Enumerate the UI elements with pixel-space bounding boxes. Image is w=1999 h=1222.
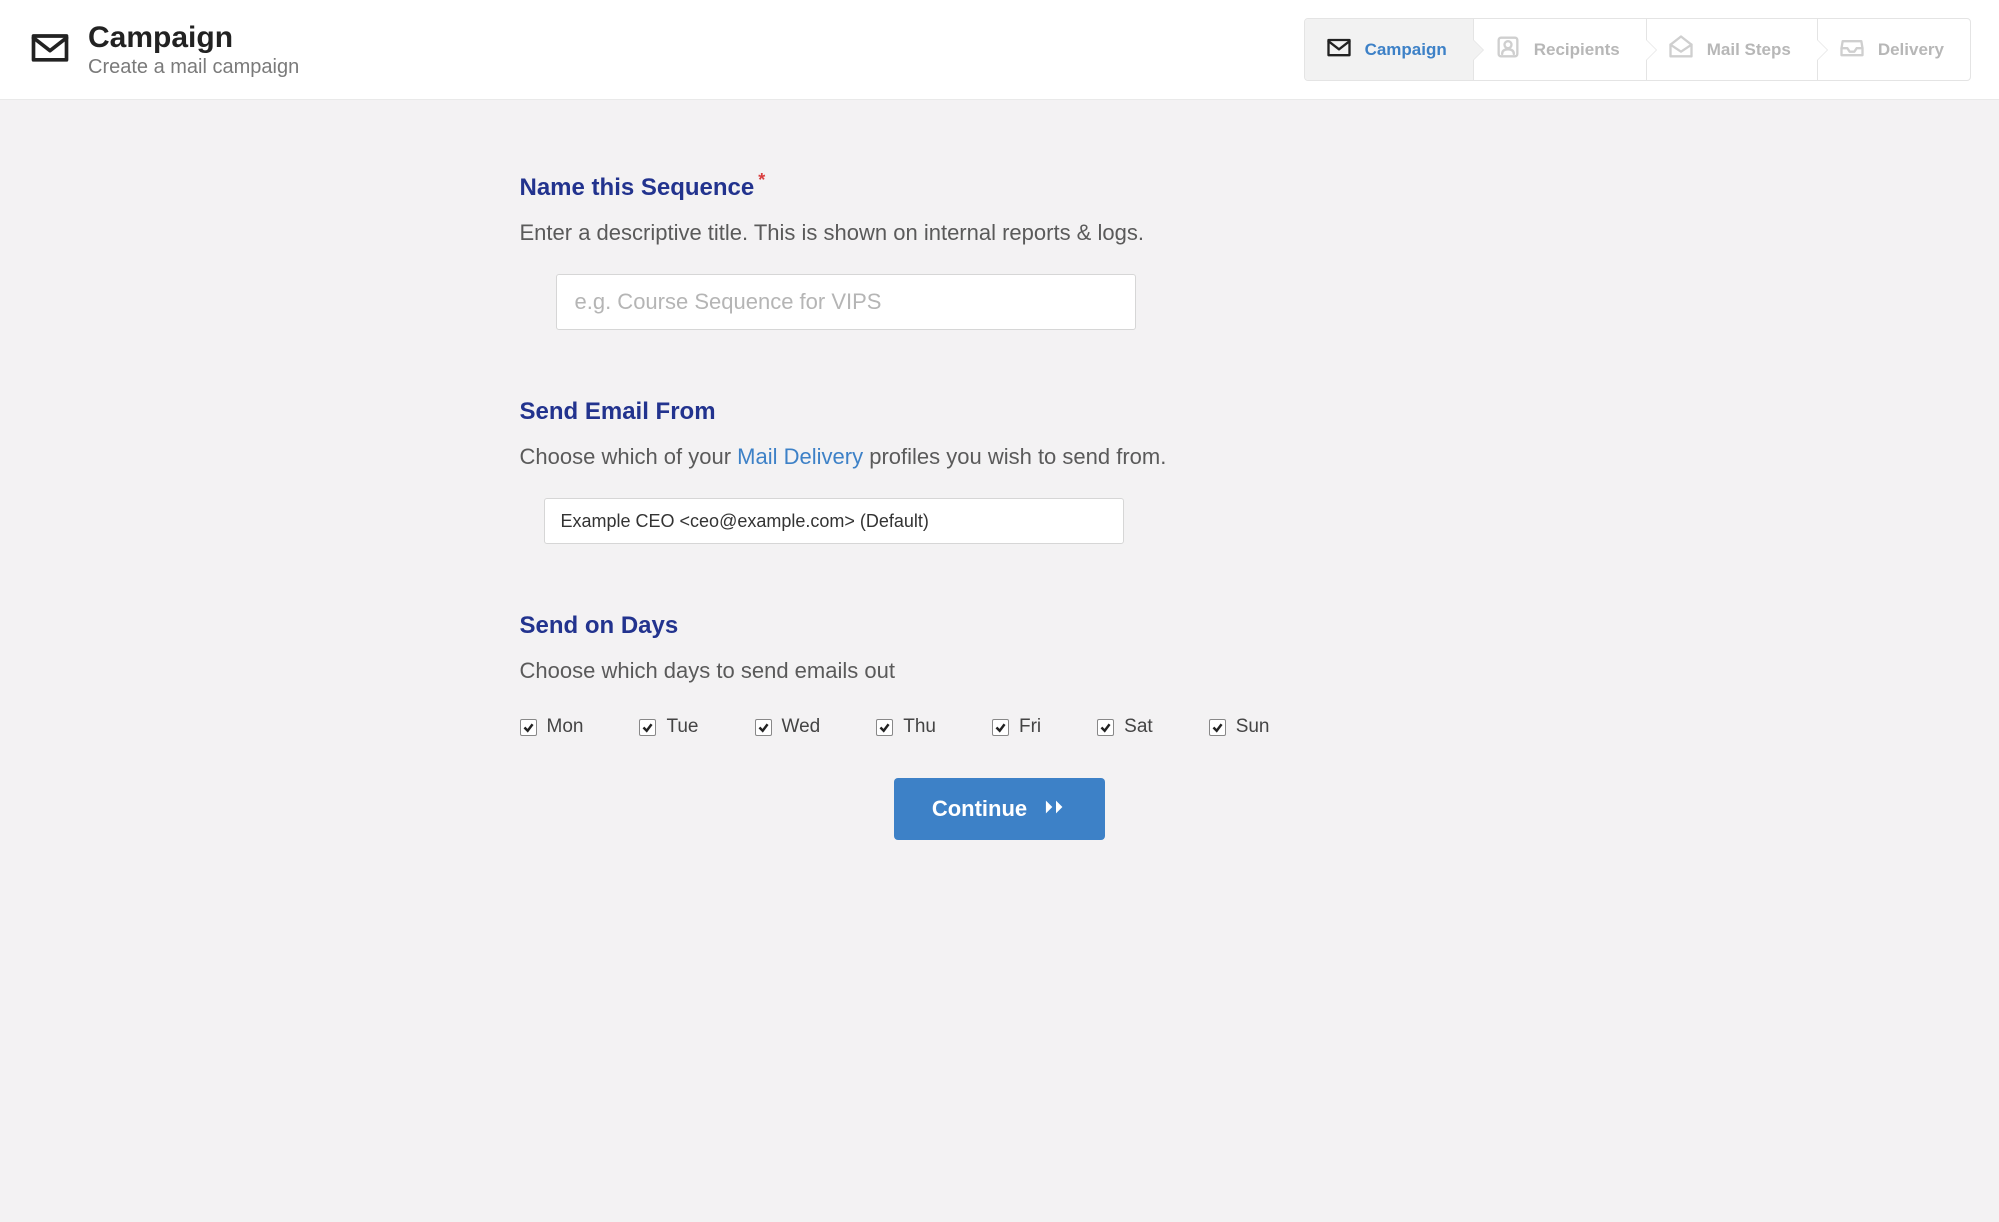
day-label: Mon [547,716,584,738]
day-label: Thu [903,716,936,738]
envelope-icon [1325,33,1353,66]
day-item-thu: Thu [876,716,936,738]
wizard-steps: Campaign Recipients Mail Steps [1304,18,1971,81]
wizard-step-label: Recipients [1534,40,1620,60]
mail-delivery-link[interactable]: Mail Delivery [737,444,863,469]
page-title: Campaign [88,21,299,54]
wizard-step-label: Campaign [1365,40,1447,60]
button-row: Continue [520,778,1480,840]
envelope-icon [28,25,72,74]
section-title: Name this Sequence* [520,170,1480,202]
day-checkbox[interactable] [992,719,1009,736]
continue-button[interactable]: Continue [894,778,1105,840]
sequence-name-input[interactable] [556,274,1136,330]
day-checkbox[interactable] [755,719,772,736]
page-header: Campaign Create a mail campaign Campaign [0,0,1999,100]
section-name-sequence: Name this Sequence* Enter a descriptive … [520,170,1480,330]
day-label: Sun [1236,716,1270,738]
wizard-step-mail-steps[interactable]: Mail Steps [1647,19,1818,80]
day-item-tue: Tue [639,716,698,738]
section-title-text: Name this Sequence [520,174,755,201]
day-label: Wed [782,716,821,738]
section-description: Enter a descriptive title. This is shown… [520,220,1480,246]
send-from-select[interactable]: Example CEO <ceo@example.com> (Default) [544,498,1124,544]
day-checkbox[interactable] [520,719,537,736]
wizard-step-campaign[interactable]: Campaign [1305,19,1474,80]
required-asterisk: * [758,170,765,190]
day-item-sat: Sat [1097,716,1153,738]
wizard-step-recipients[interactable]: Recipients [1474,19,1647,80]
section-description: Choose which of your Mail Delivery profi… [520,444,1480,470]
days-row: Mon Tue Wed Thu Fri Sat [520,712,1480,738]
day-item-wed: Wed [755,716,821,738]
section-send-from: Send Email From Choose which of your Mai… [520,398,1480,544]
form-main: Name this Sequence* Enter a descriptive … [490,100,1510,900]
day-item-sun: Sun [1209,716,1270,738]
envelope-open-icon [1667,33,1695,66]
day-checkbox[interactable] [1209,719,1226,736]
chevron-double-right-icon [1045,796,1067,822]
section-title: Send Email From [520,398,1480,426]
day-item-fri: Fri [992,716,1041,738]
day-checkbox[interactable] [876,719,893,736]
day-label: Sat [1124,716,1153,738]
section-description: Choose which days to send emails out [520,658,1480,684]
wizard-step-delivery[interactable]: Delivery [1818,19,1970,80]
day-label: Fri [1019,716,1041,738]
wizard-step-label: Delivery [1878,40,1944,60]
day-label: Tue [666,716,698,738]
inbox-icon [1838,33,1866,66]
header-left: Campaign Create a mail campaign [28,21,299,79]
day-item-mon: Mon [520,716,584,738]
continue-button-label: Continue [932,796,1027,822]
day-checkbox[interactable] [639,719,656,736]
person-icon [1494,33,1522,66]
page-subtitle: Create a mail campaign [88,56,299,79]
section-title: Send on Days [520,612,1480,640]
day-checkbox[interactable] [1097,719,1114,736]
section-send-days: Send on Days Choose which days to send e… [520,612,1480,738]
wizard-step-label: Mail Steps [1707,40,1791,60]
